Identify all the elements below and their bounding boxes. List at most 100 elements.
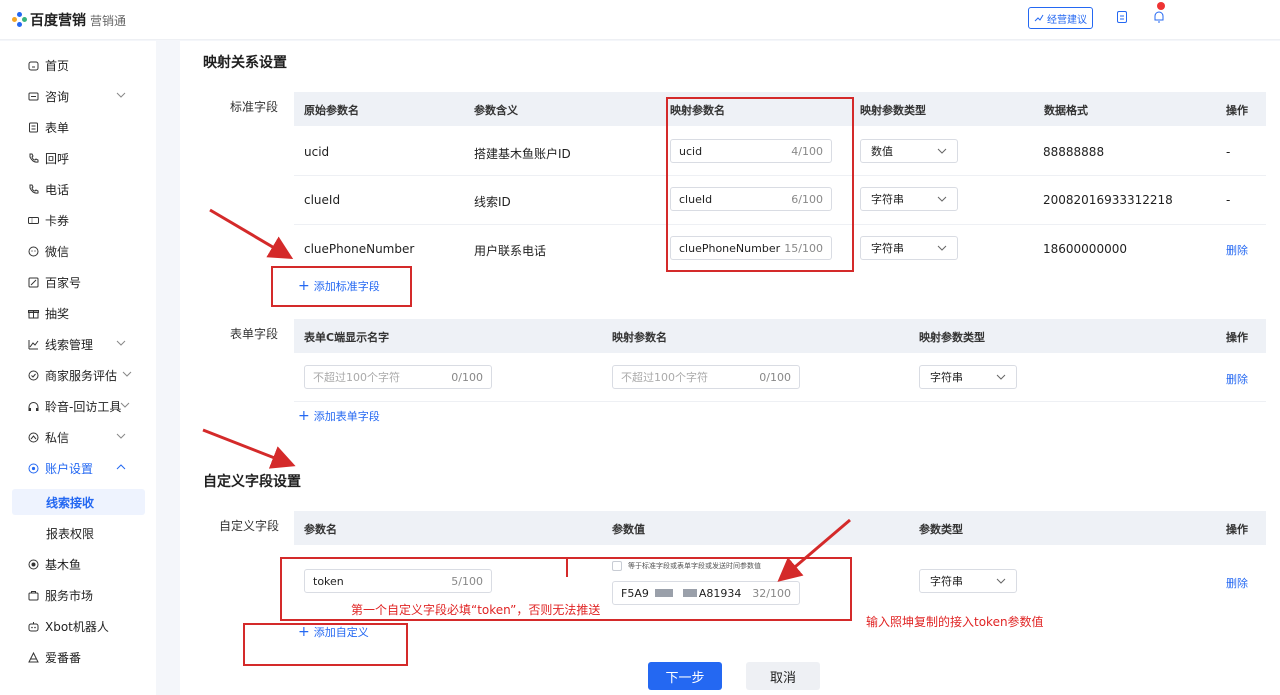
plus-icon: +: [298, 408, 310, 424]
add-custom-field-button[interactable]: + 添加自定义: [298, 624, 369, 640]
row-divider: [294, 401, 1266, 402]
chevron-down-icon: [996, 578, 1006, 584]
th-action: 操作: [1226, 523, 1248, 536]
cell-original-param: ucid: [304, 145, 330, 159]
add-form-field-label: 添加表单字段: [313, 410, 380, 423]
bell-icon[interactable]: [1152, 10, 1166, 24]
checkbox-box[interactable]: [612, 561, 622, 571]
chevron-down-icon: [116, 340, 126, 346]
sidebar-item-label: 首页: [45, 58, 70, 73]
cell-action: -: [1226, 145, 1231, 159]
chevron-down-icon: [937, 196, 947, 202]
mapped-param-value: clueId: [679, 192, 713, 206]
th-param-meaning: 参数含义: [474, 104, 518, 117]
delete-link[interactable]: 删除: [1226, 575, 1248, 591]
sidebar-item-private-message[interactable]: 私信: [0, 423, 156, 451]
equal-to-field-checkbox[interactable]: 等于标准字段或表单字段或发送时间参数值: [612, 561, 761, 571]
sidebar-item-aifanfan[interactable]: 爱番番: [0, 643, 156, 671]
cell-param-meaning: 搭建基木鱼账户ID: [474, 147, 571, 161]
delete-link[interactable]: 删除: [1226, 371, 1248, 387]
form-table-header: 表单C端显示名字 映射参数名 映射参数类型 操作: [294, 319, 1266, 353]
char-counter: 0/100: [759, 370, 791, 384]
custom-param-name-input[interactable]: token 5/100: [304, 569, 492, 593]
delete-link[interactable]: 删除: [1226, 242, 1248, 258]
sidebar-item-lingyin[interactable]: 聆音-回访工具: [0, 392, 156, 420]
sidebar-item-label: 电话: [45, 182, 70, 197]
sidebar-item-jimuyu[interactable]: 基木鱼: [0, 550, 156, 578]
standard-fields-label: 标准字段: [230, 100, 279, 114]
business-advice-button[interactable]: 经营建议: [1028, 7, 1093, 29]
th-param-name: 参数名: [304, 523, 337, 536]
sidebar-item-service-market[interactable]: 服务市场: [0, 581, 156, 609]
param-value-end: A81934: [698, 586, 742, 600]
add-standard-field-button[interactable]: + 添加标准字段: [298, 278, 380, 294]
sidebar-item-form[interactable]: 表单: [0, 113, 156, 141]
sidebar-subitem-label: 线索接收: [46, 495, 95, 510]
th-param-type: 参数类型: [919, 523, 963, 536]
document-icon[interactable]: [1115, 10, 1129, 24]
custom-param-value-input[interactable]: F5A9 A81934 32/100: [612, 581, 800, 605]
phone-icon: [29, 184, 39, 194]
cancel-button[interactable]: 取消: [746, 662, 820, 690]
notification-badge: [1157, 2, 1165, 10]
custom-section-title: 自定义字段设置: [203, 474, 301, 490]
char-counter: 0/100: [451, 370, 483, 384]
mapped-param-value: ucid: [679, 144, 703, 158]
standard-table-header: 原始参数名 参数含义 映射参数名 映射参数类型 数据格式 操作: [294, 92, 1266, 126]
chevron-down-icon: [116, 433, 126, 439]
add-standard-field-label: 添加标准字段: [313, 280, 380, 293]
sidebar-item-consult[interactable]: 咨询: [0, 82, 156, 110]
form-mapped-param-input[interactable]: 不超过100个字符 0/100: [612, 365, 800, 389]
mapped-param-input[interactable]: cluePhoneNumber 15/100: [670, 236, 832, 260]
mapped-param-input[interactable]: clueId 6/100: [670, 187, 832, 211]
sidebar-subitem-label: 报表权限: [46, 526, 95, 541]
th-mapped-param: 映射参数名: [612, 331, 667, 344]
sidebar-item-label: 百家号: [45, 275, 82, 290]
baijiahao-icon: [28, 277, 39, 287]
form-fields-label: 表单字段: [230, 327, 279, 341]
mapped-type-select[interactable]: 字符串: [860, 236, 958, 260]
fish-icon: [28, 559, 39, 569]
logo-main-text: 百度营销: [30, 13, 86, 29]
th-data-format: 数据格式: [1044, 104, 1088, 117]
sidebar-item-wechat[interactable]: 微信: [0, 237, 156, 265]
sidebar-item-baijiahao[interactable]: 百家号: [0, 268, 156, 296]
sidebar-item-home[interactable]: 首页: [0, 51, 156, 79]
sidebar-item-coupon[interactable]: 卡券: [0, 206, 156, 234]
sidebar-item-lottery[interactable]: 抽奖: [0, 299, 156, 327]
sidebar-item-xbot[interactable]: Xbot机器人: [0, 612, 156, 640]
mapped-param-input[interactable]: ucid 4/100: [670, 139, 832, 163]
form-icon: [29, 122, 38, 132]
char-counter: 32/100: [752, 586, 791, 600]
cell-original-param: clueId: [304, 193, 341, 207]
form-mapped-type-select[interactable]: 字符串: [919, 365, 1017, 389]
mapped-type-select[interactable]: 字符串: [860, 187, 958, 211]
sidebar-item-callback[interactable]: 回呼: [0, 144, 156, 172]
sidebar-item-merchant-eval[interactable]: 商家服务评估: [0, 361, 156, 389]
logo[interactable]: 百度营销 营销通: [12, 10, 126, 30]
sidebar-item-label: 基木鱼: [45, 557, 82, 572]
add-custom-field-label: 添加自定义: [313, 626, 369, 639]
row-divider: [294, 175, 1266, 176]
message-icon: [28, 432, 39, 442]
sidebar-item-phone[interactable]: 电话: [0, 175, 156, 203]
form-display-name-input[interactable]: 不超过100个字符 0/100: [304, 365, 492, 389]
headset-icon: [28, 401, 39, 411]
sidebar-subitem-report-permission[interactable]: 报表权限: [12, 520, 145, 546]
param-type-value: 字符串: [930, 575, 963, 588]
cell-original-param: cluePhoneNumber: [304, 242, 415, 256]
sidebar: 首页 咨询 表单 回呼 电话 卡券 微信 百家号 抽奖 线索管理 商家服务评估: [0, 41, 156, 695]
add-form-field-button[interactable]: + 添加表单字段: [298, 408, 380, 424]
th-original-param: 原始参数名: [304, 104, 359, 117]
sidebar-item-account-settings[interactable]: 账户设置: [0, 454, 156, 482]
sidebar-subitem-lead-receive[interactable]: 线索接收: [12, 489, 145, 515]
chevron-down-icon: [937, 148, 947, 154]
plus-icon: +: [298, 624, 310, 640]
mapped-type-select[interactable]: 数值: [860, 139, 958, 163]
chevron-down-icon: [937, 245, 947, 251]
custom-param-type-select[interactable]: 字符串: [919, 569, 1017, 593]
mapping-section-title: 映射关系设置: [203, 55, 287, 71]
next-step-button[interactable]: 下一步: [648, 662, 722, 690]
sidebar-item-lead-management[interactable]: 线索管理: [0, 330, 156, 358]
sidebar-item-label: 爱番番: [45, 650, 82, 665]
